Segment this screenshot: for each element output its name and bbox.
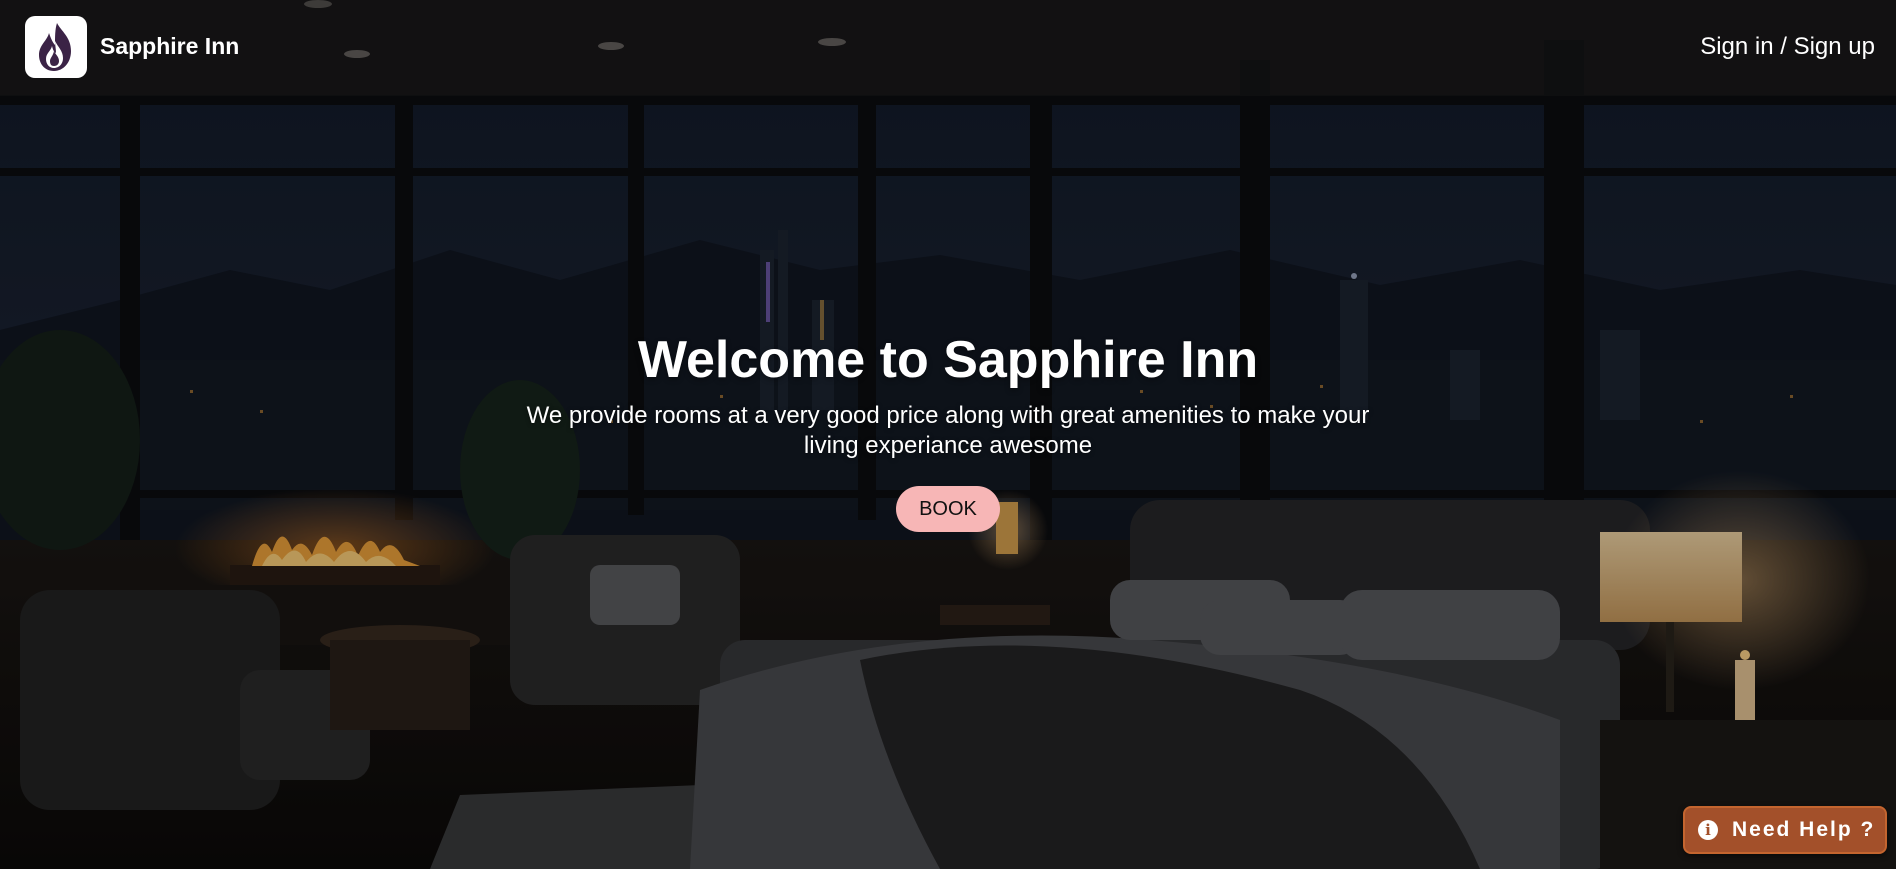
brand-logo[interactable] <box>25 16 87 78</box>
sign-in-sign-up-link[interactable]: Sign in / Sign up <box>1700 33 1875 61</box>
need-help-button[interactable]: i Need Help ? <box>1683 806 1887 854</box>
brand-name[interactable]: Sapphire Inn <box>100 33 239 60</box>
hero-subtitle: We provide rooms at a very good price al… <box>526 402 1370 459</box>
info-icon: i <box>1698 820 1718 840</box>
hero-title: Welcome to Sapphire Inn <box>637 331 1259 389</box>
need-help-label: Need Help ? <box>1732 818 1876 841</box>
book-button[interactable]: BOOK <box>896 486 1000 532</box>
hero-section: Welcome to Sapphire Inn We provide rooms… <box>0 325 1896 532</box>
page: Sapphire Inn Sign in / Sign up Welcome t… <box>0 0 1896 869</box>
top-navbar: Sapphire Inn Sign in / Sign up <box>0 0 1896 96</box>
flame-logo-icon <box>39 23 71 71</box>
